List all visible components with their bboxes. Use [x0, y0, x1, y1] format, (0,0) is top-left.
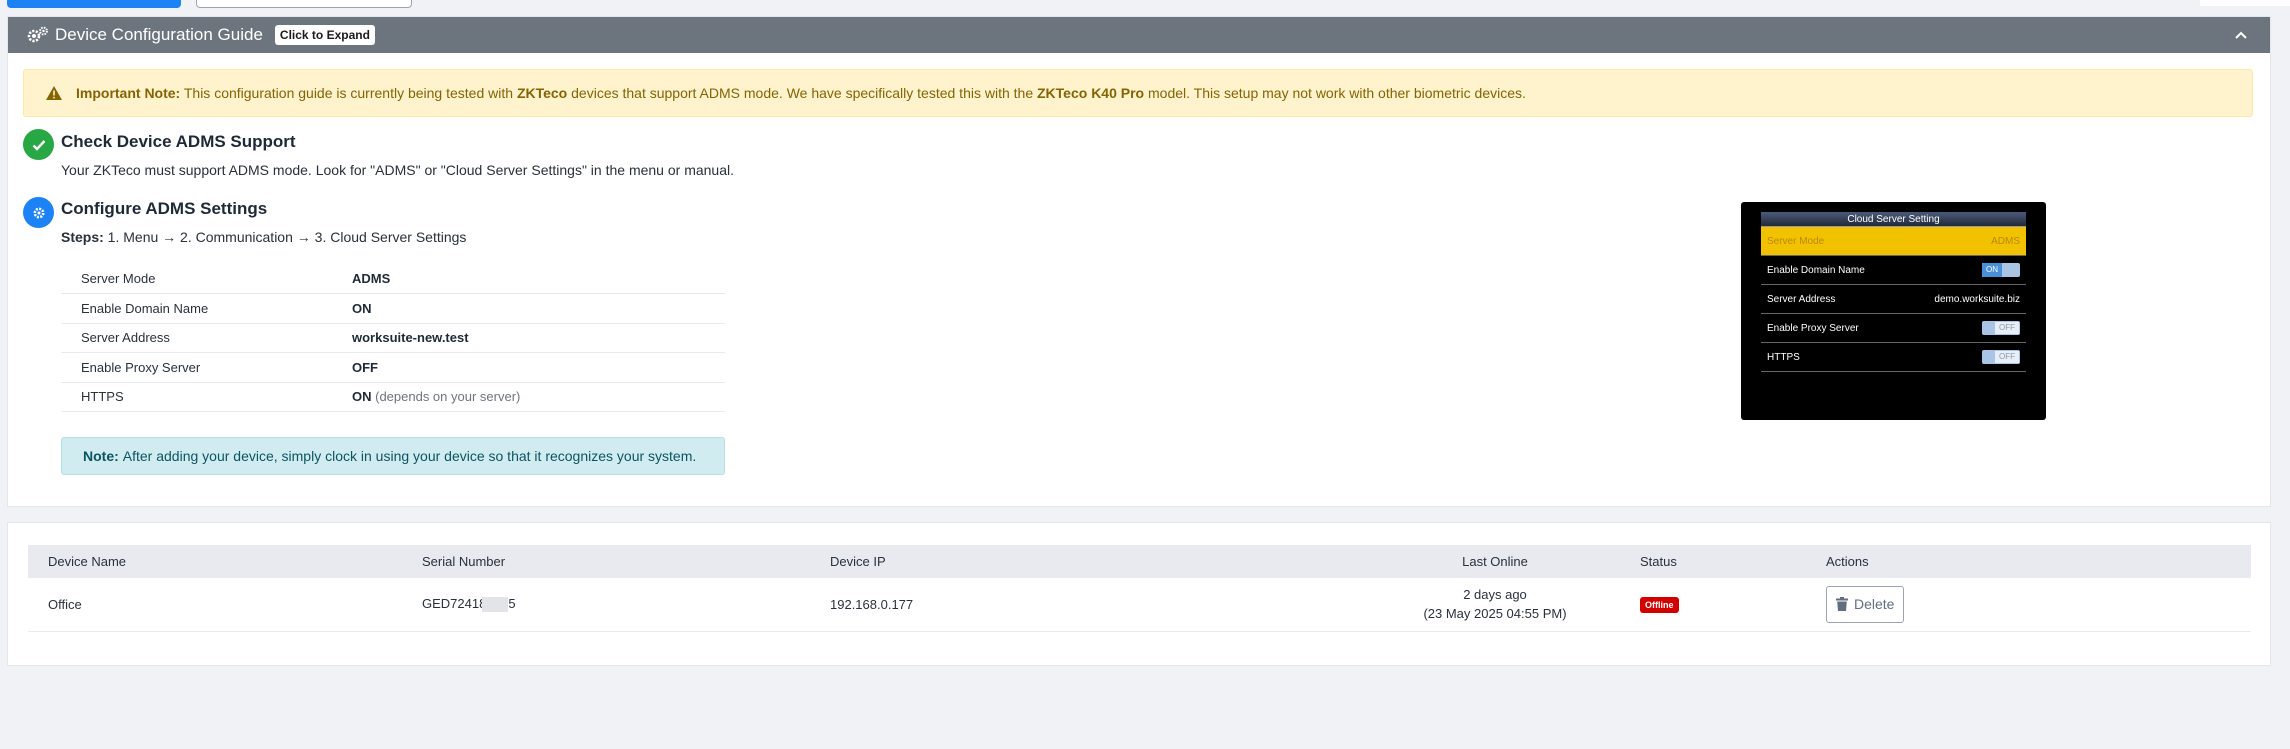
settings-row: Server Mode ADMS: [61, 264, 725, 294]
note-label: Note:: [83, 448, 119, 464]
setting-value: ADMS: [352, 264, 725, 294]
table-header-row: Device Name Serial Number Device IP Last…: [28, 545, 2251, 578]
devices-table: Device Name Serial Number Device IP Last…: [28, 545, 2251, 632]
toggle-off-icon: OFF: [1982, 321, 2020, 335]
device-screen-title: Cloud Server Setting: [1761, 212, 2026, 227]
alert-text-1: This configuration guide is currently be…: [180, 85, 517, 101]
last-online-cell: 2 days ago (23 May 2025 04:55 PM): [1370, 578, 1620, 632]
column-header-serial-number: Serial Number: [422, 554, 506, 569]
setting-note: (depends on your server): [371, 389, 521, 405]
serial-number-cell: GED72418 5: [402, 578, 810, 632]
status-cell: Offline: [1620, 578, 1806, 632]
guide-header[interactable]: Device Configuration Guide Click to Expa…: [8, 17, 2270, 53]
step1-description: Your ZKTeco must support ADMS mode. Look…: [61, 162, 734, 178]
top-primary-button[interactable]: [7, 0, 181, 8]
settings-row: Enable Proxy Server OFF: [61, 352, 725, 383]
setting-key: Server Mode: [61, 264, 352, 294]
device-name-cell: Office: [28, 578, 402, 632]
column-header-actions: Actions: [1826, 554, 1869, 569]
setting-value: OFF: [352, 352, 725, 383]
setting-key: Enable Domain Name: [61, 293, 352, 324]
redacted-mask: [482, 597, 509, 613]
last-online-relative: 2 days ago: [1463, 587, 1527, 603]
top-right-panel: [2200, 0, 2290, 6]
check-circle-icon: [23, 129, 54, 160]
expand-badge[interactable]: Click to Expand: [274, 25, 375, 45]
alert-brand: ZKTeco: [516, 85, 568, 101]
device-screen-row: Server Mode ADMS: [1761, 227, 2026, 256]
setting-value: worksuite-new.test: [352, 323, 725, 353]
setting-key: Server Address: [61, 323, 352, 353]
settings-row: Enable Domain Name ON: [61, 293, 725, 324]
devices-card: Device Name Serial Number Device IP Last…: [7, 522, 2271, 666]
important-note-alert: Important Note: This configuration guide…: [23, 69, 2253, 117]
alert-text-2: devices that support ADMS mode. We have …: [567, 85, 1037, 101]
gears-icon: [27, 26, 49, 44]
settings-row: HTTPS ON (depends on your server): [61, 382, 725, 412]
device-screen-row: Server Address demo.worksuite.biz: [1761, 285, 2026, 314]
chevron-up-icon[interactable]: [2232, 26, 2250, 44]
cog-circle-icon: [23, 197, 54, 228]
toggle-off-icon: OFF: [1982, 350, 2020, 364]
device-configuration-guide: Device Configuration Guide Click to Expa…: [7, 16, 2271, 507]
delete-button[interactable]: Delete: [1826, 585, 1905, 623]
setting-key: Enable Proxy Server: [61, 352, 352, 383]
alert-model: ZKTeco K40 Pro: [1037, 85, 1145, 101]
actions-cell: Delete: [1806, 578, 2251, 632]
step2-title: Configure ADMS Settings: [61, 199, 268, 218]
column-header-last-online: Last Online: [1462, 554, 1528, 569]
note-text: After adding your device, simply clock i…: [122, 448, 697, 464]
status-badge: Offline: [1640, 596, 1679, 613]
step1-title: Check Device ADMS Support: [61, 132, 296, 151]
device-ip-cell: 192.168.0.177: [810, 578, 1370, 632]
settings-row: Server Address worksuite-new.test: [61, 323, 725, 353]
toggle-on-icon: ON: [1982, 263, 2020, 277]
table-row: Office GED72418 5 192.168.0.177 2 days ag…: [28, 578, 2251, 632]
steps-label: Steps:: [61, 229, 104, 245]
alert-label: Important Note:: [76, 85, 181, 101]
setting-value: ON (depends on your server): [352, 382, 725, 412]
warning-icon: [45, 85, 63, 101]
guide-title: Device Configuration Guide: [55, 25, 263, 44]
steps-text: 1. Menu → 2. Communication → 3. Cloud Se…: [103, 229, 467, 245]
column-header-device-ip: Device IP: [830, 554, 886, 569]
device-screen-image: Cloud Server Setting Server Mode ADMS En…: [1741, 202, 2046, 420]
device-screen-row: HTTPS OFF: [1761, 343, 2026, 372]
adms-settings-table: Server Mode ADMS Enable Domain Name ON S…: [61, 264, 725, 412]
setting-value: ON: [352, 293, 725, 324]
device-screen-row: Enable Proxy Server OFF: [1761, 314, 2026, 343]
step2-steps: Steps: 1. Menu → 2. Communication → 3. C…: [61, 229, 466, 245]
device-screen-row: Enable Domain Name ON: [1761, 256, 2026, 285]
last-online-absolute: (23 May 2025 04:55 PM): [1423, 606, 1567, 622]
trash-icon: [1836, 597, 1848, 612]
delete-label: Delete: [1854, 596, 1895, 613]
column-header-status: Status: [1640, 554, 1677, 569]
top-secondary-button[interactable]: [196, 0, 412, 8]
setting-key: HTTPS: [61, 382, 352, 412]
column-header-device-name: Device Name: [48, 554, 127, 569]
note-alert: Note: After adding your device, simply c…: [61, 437, 725, 475]
alert-text-3: model. This setup may not work with othe…: [1144, 85, 1526, 101]
